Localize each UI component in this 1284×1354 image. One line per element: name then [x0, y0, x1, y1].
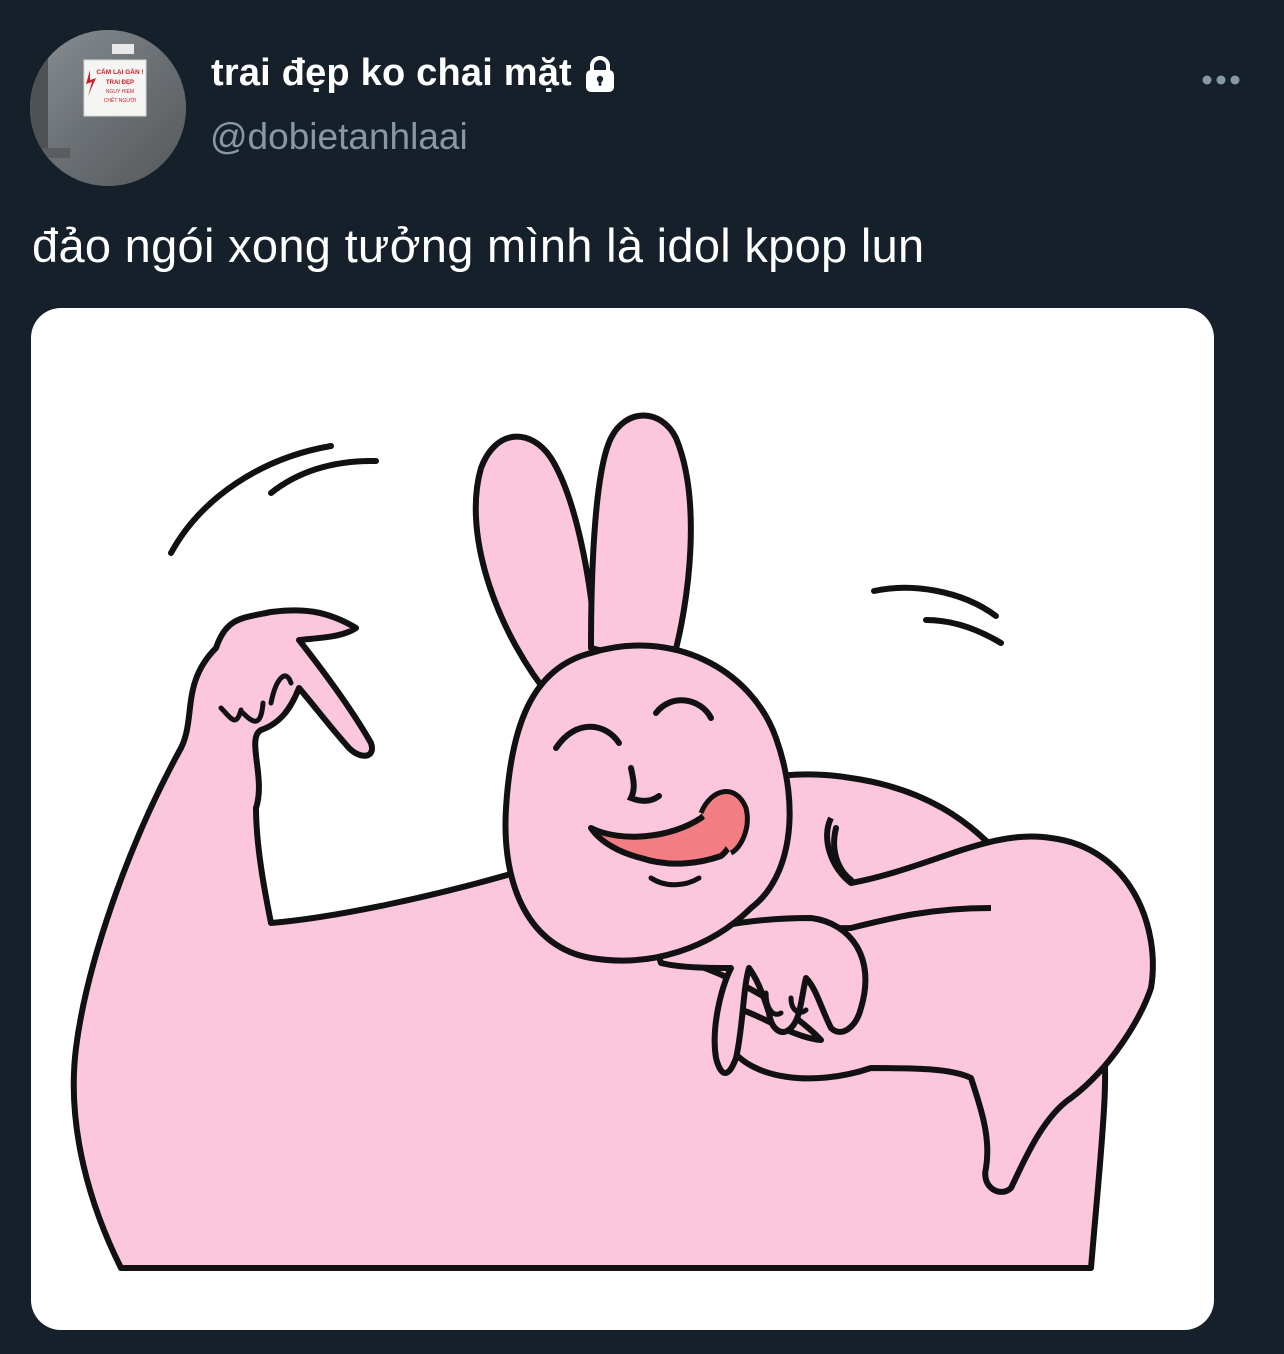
ellipsis-icon[interactable] — [1196, 66, 1246, 92]
avatar-sign-line4: CHẾT NGƯỜI — [104, 97, 136, 104]
tweet-card: CẤM LẠI GẦN ! TRAI ĐẸP NGUY HIỂM CHẾT NG… — [0, 0, 1284, 1354]
author-display-name[interactable]: trai đẹp ko chai mặt — [211, 52, 572, 95]
avatar-sign-line3: NGUY HIỂM — [106, 88, 134, 95]
tweet-text: đảo ngói xong tưởng mình là idol kpop lu… — [32, 219, 925, 272]
avatar-image: CẤM LẠI GẦN ! TRAI ĐẸP NGUY HIỂM CHẾT NG… — [30, 30, 186, 186]
tweet-media[interactable] — [31, 308, 1214, 1330]
author-handle[interactable]: @dobietanhlaai — [210, 116, 468, 158]
author-name[interactable]: trai đẹp ko chai mặt — [211, 52, 620, 95]
rabbit-right-ear — [588, 412, 694, 671]
avatar-sign-line2: TRAI ĐẸP — [106, 80, 134, 86]
lock-icon — [585, 55, 614, 92]
avatar[interactable]: CẤM LẠI GẦN ! TRAI ĐẸP NGUY HIỂM CHẾT NG… — [30, 30, 186, 186]
pink-rabbit-illustration — [70, 412, 1156, 1271]
